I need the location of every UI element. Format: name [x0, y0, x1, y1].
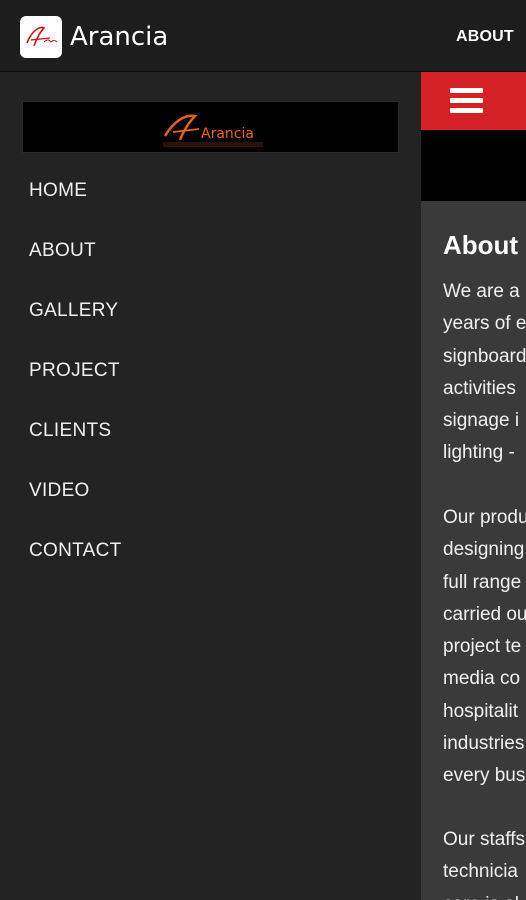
text-line: activities — [443, 377, 516, 399]
text-line: carried ou — [443, 603, 526, 625]
text-line: technicia — [443, 861, 518, 883]
nav-item-about[interactable]: ABOUT — [29, 240, 96, 262]
text-line: Our staffs — [443, 829, 526, 850]
nav-item-gallery[interactable]: GALLERY — [29, 300, 118, 322]
text-line: We are a — [443, 281, 520, 302]
app-title: Arancia — [70, 22, 169, 52]
text-line: designing — [443, 539, 525, 561]
text-line: signage i — [443, 410, 520, 432]
text-line: years of e — [443, 313, 526, 335]
drawer-logo-banner: Arancia — [22, 101, 399, 153]
nav-item-video[interactable]: VIDEO — [29, 480, 90, 502]
text-line: media co — [443, 668, 521, 690]
text-line: lighting - — [443, 442, 515, 464]
paragraph-1: We are a years of e signboard activities… — [443, 276, 526, 470]
hamburger-menu-icon[interactable] — [450, 88, 483, 114]
text-line: signboard — [443, 345, 526, 367]
nav-item-home[interactable]: HOME — [29, 180, 87, 202]
text-line: care is al — [443, 889, 525, 900]
text-line: project te — [443, 636, 522, 658]
text-line: every bus — [443, 765, 526, 787]
nav-item-project[interactable]: PROJECT — [29, 360, 120, 382]
nav-item-contact[interactable]: CONTACT — [29, 540, 122, 562]
about-action-button[interactable]: ABOUT — [456, 28, 514, 46]
text-line: industries — [443, 733, 525, 755]
about-heading: About — [443, 230, 519, 260]
arancia-logo-icon[interactable] — [20, 16, 62, 58]
paragraph-3: Our staffs technicia care is al — [443, 824, 525, 900]
action-bar: Arancia ABOUT — [0, 0, 526, 72]
drawer-logo-text: Arancia — [201, 126, 254, 142]
paragraph-2: Our produ designing full range carried o… — [443, 502, 526, 793]
navigation-drawer: Arancia HOME ABOUT GALLERY PROJECT CLIEN… — [0, 72, 421, 900]
text-line: Our produ — [443, 507, 526, 528]
header-banner — [421, 130, 526, 201]
text-line: full range — [443, 571, 522, 593]
text-line: hospitalit — [443, 700, 518, 722]
menu-bar[interactable] — [421, 72, 526, 130]
main-content: About We are a years of e signboard acti… — [421, 72, 526, 900]
nav-item-clients[interactable]: CLIENTS — [29, 420, 111, 442]
